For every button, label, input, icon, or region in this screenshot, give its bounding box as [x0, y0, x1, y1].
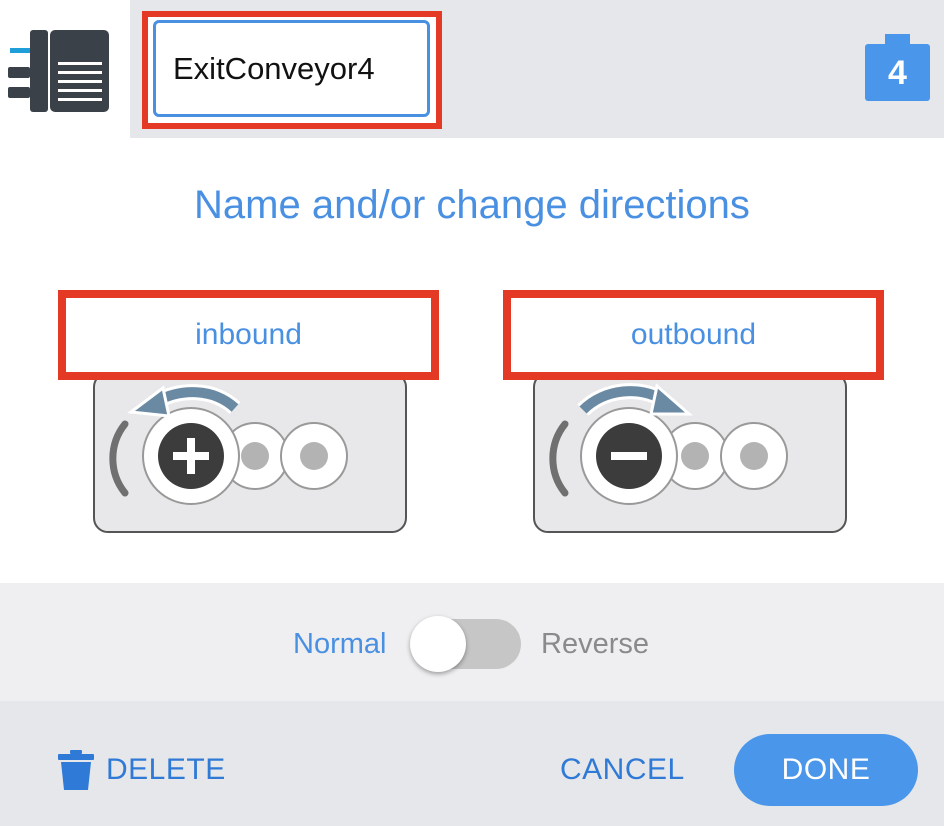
normal-label: Normal — [293, 628, 387, 660]
inbound-label: inbound — [195, 318, 302, 351]
delete-button[interactable]: DELETE — [58, 744, 226, 796]
cancel-button[interactable]: CANCEL — [560, 744, 685, 796]
outbound-motor-graphic[interactable] — [533, 372, 847, 534]
outbound-label: outbound — [630, 318, 757, 351]
delete-label: DELETE — [106, 753, 226, 786]
inbound-label-box[interactable]: inbound — [58, 290, 439, 380]
trash-icon — [58, 750, 94, 790]
port-badge: 4 — [865, 34, 930, 101]
reverse-label: Reverse — [541, 628, 649, 660]
dialog-title: Name and/or change directions — [194, 183, 750, 227]
device-icon-tile — [0, 0, 130, 138]
switch-knob[interactable] — [410, 616, 466, 672]
direction-switch[interactable] — [410, 616, 521, 672]
outbound-label-box[interactable]: outbound — [503, 290, 884, 380]
done-button[interactable]: DONE — [734, 734, 918, 806]
port-number: 4 — [888, 54, 907, 92]
conveyor-device-icon — [8, 30, 109, 112]
device-name-input[interactable] — [153, 20, 430, 117]
inbound-motor-graphic[interactable] — [93, 372, 407, 534]
